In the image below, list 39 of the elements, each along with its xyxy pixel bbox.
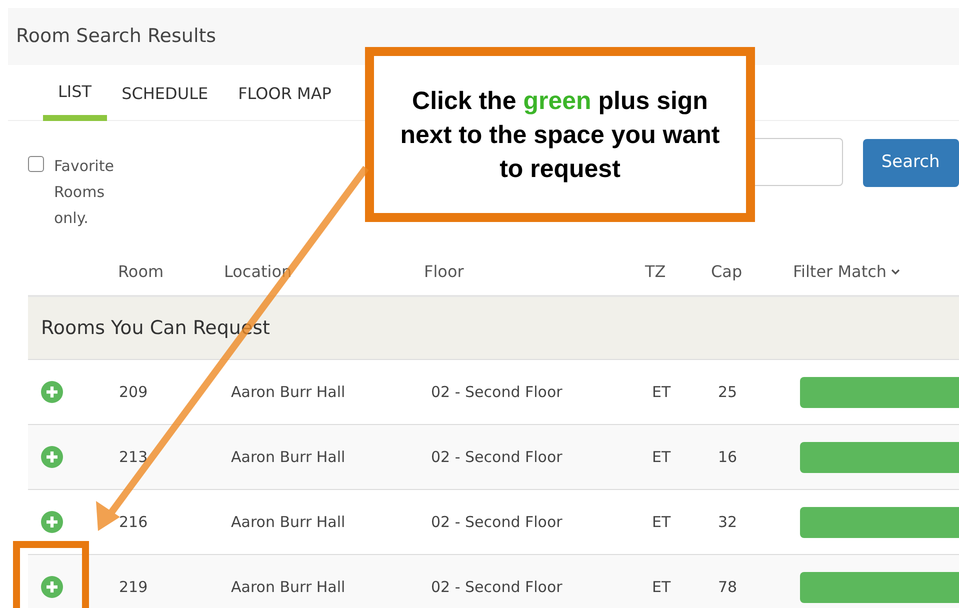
table-cell: ET (652, 448, 671, 466)
search-field[interactable] (754, 138, 844, 186)
view-tab[interactable]: LIST (43, 79, 107, 121)
table-cell: 02 - Second Floor (431, 578, 562, 596)
table-cell: 02 - Second Floor (431, 512, 562, 531)
table-cell: 78 (718, 578, 738, 596)
search-button[interactable]: Search (863, 139, 959, 187)
chevron-down-icon[interactable] (890, 269, 900, 275)
table-cell: 213 (119, 448, 148, 466)
table-cell: Aaron Burr Hall (231, 512, 346, 531)
favorite-checkbox[interactable] (28, 156, 44, 172)
add-room-icon[interactable] (41, 576, 63, 598)
view-tab[interactable]: SCHEDULE (106, 79, 224, 121)
add-room-icon[interactable] (41, 381, 63, 403)
table-cell: 219 (119, 578, 148, 596)
table-cell: 209 (119, 382, 148, 401)
callout-text: Click the green plus sign next to the space you want to request (399, 86, 721, 185)
table-cell: 25 (718, 382, 738, 401)
table-cell: 02 - Second Floor (431, 382, 562, 401)
table-cell: ET (652, 382, 671, 401)
table-cell: Aaron Burr Hall (231, 578, 346, 596)
table-cell: 16 (718, 448, 738, 466)
table-cell: 32 (718, 512, 738, 531)
table-cell: 02 - Second Floor (431, 448, 562, 466)
table-cell: Aaron Burr Hall (231, 382, 346, 401)
table-cell: Aaron Burr Hall (231, 448, 346, 466)
column-header[interactable]: Floor (424, 260, 645, 284)
column-header[interactable]: Cap (711, 260, 793, 284)
view-tab[interactable]: FLOOR MAP (223, 79, 346, 121)
table-cell: ET (652, 512, 671, 531)
column-header[interactable]: Filter Match (793, 260, 887, 284)
favorite-rooms-label: Favorite Rooms only. (54, 156, 115, 229)
page-title: Room Search Results (16, 24, 216, 50)
column-header[interactable]: Room (28, 260, 224, 284)
add-room-icon[interactable] (41, 511, 63, 533)
add-room-icon[interactable] (41, 446, 63, 468)
table-cell: 216 (119, 512, 148, 531)
column-header[interactable]: TZ (645, 260, 711, 284)
table-cell: ET (652, 578, 671, 596)
